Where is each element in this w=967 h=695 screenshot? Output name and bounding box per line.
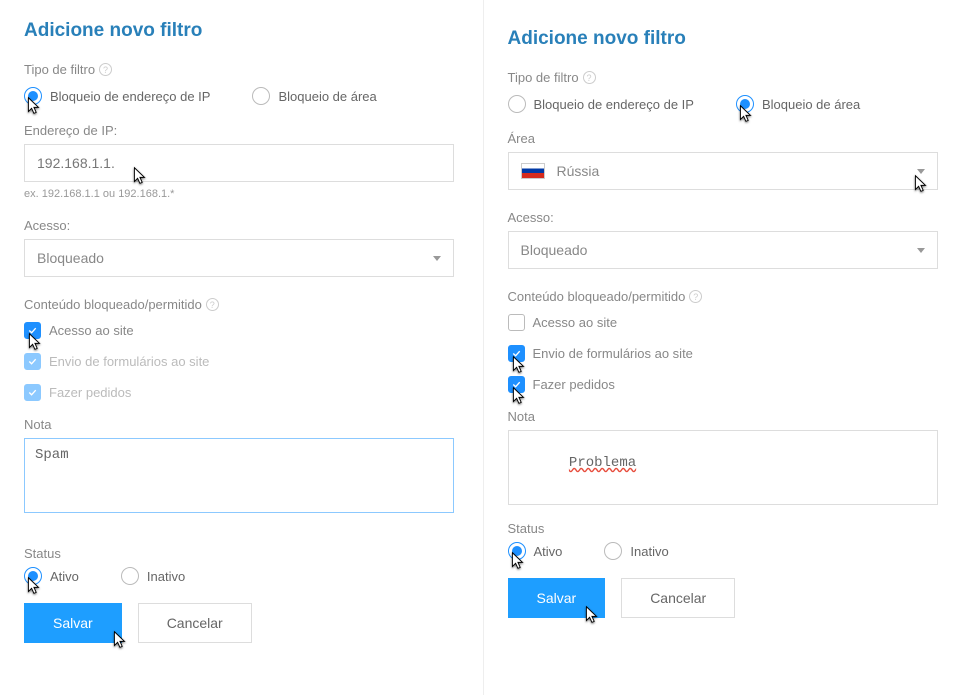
- save-button[interactable]: Salvar: [508, 578, 606, 618]
- chevron-down-icon: [433, 256, 441, 261]
- panel-title: Adicione novo filtro: [24, 20, 459, 42]
- cancel-button[interactable]: Cancelar: [138, 603, 252, 643]
- radio-icon: [736, 95, 754, 113]
- radio-icon: [508, 95, 526, 113]
- help-icon[interactable]: ?: [583, 71, 596, 84]
- radio-icon: [121, 567, 139, 585]
- status-label: Status: [24, 546, 459, 561]
- radio-status-inactive[interactable]: Inativo: [121, 567, 185, 585]
- cancel-button[interactable]: Cancelar: [621, 578, 735, 618]
- save-button[interactable]: Salvar: [24, 603, 122, 643]
- checkbox-forms[interactable]: [508, 345, 525, 362]
- access-label: Acesso:: [24, 218, 459, 233]
- checkbox-forms[interactable]: [24, 353, 41, 370]
- checkbox-site[interactable]: [24, 322, 41, 339]
- panel-title: Adicione novo filtro: [508, 28, 944, 50]
- status-label: Status: [508, 521, 944, 536]
- note-label: Nota: [508, 409, 944, 424]
- panel-ip-filter: Adicione novo filtro Tipo de filtro ? Bl…: [0, 0, 484, 695]
- area-value: Rússia: [557, 163, 600, 179]
- cursor-icon: [909, 173, 931, 195]
- access-value: Bloqueado: [521, 242, 588, 258]
- radio-icon: [24, 567, 42, 585]
- checkbox-orders[interactable]: [508, 376, 525, 393]
- checkbox-site[interactable]: [508, 314, 525, 331]
- access-value: Bloqueado: [37, 250, 104, 266]
- chevron-down-icon: [917, 248, 925, 253]
- flag-russia-icon: [521, 163, 545, 179]
- radio-ip-block[interactable]: Bloqueio de endereço de IP: [24, 87, 210, 105]
- note-label: Nota: [24, 417, 459, 432]
- access-select[interactable]: Bloqueado: [24, 239, 454, 277]
- radio-ip-block[interactable]: Bloqueio de endereço de IP: [508, 95, 694, 113]
- radio-area-block[interactable]: Bloqueio de área: [736, 95, 860, 113]
- panel-area-filter: Adicione novo filtro Tipo de filtro ? Bl…: [484, 0, 967, 695]
- radio-icon: [604, 542, 622, 560]
- filter-type-label: Tipo de filtro ?: [508, 70, 944, 85]
- radio-area-block[interactable]: Bloqueio de área: [252, 87, 376, 105]
- access-select[interactable]: Bloqueado: [508, 231, 938, 269]
- filter-type-label: Tipo de filtro ?: [24, 62, 459, 77]
- checkbox-orders[interactable]: [24, 384, 41, 401]
- content-label: Conteúdo bloqueado/permitido ?: [24, 297, 459, 312]
- radio-status-active[interactable]: Ativo: [508, 542, 563, 560]
- note-textarea[interactable]: Spam: [24, 438, 454, 513]
- radio-icon: [508, 542, 526, 560]
- ip-label: Endereço de IP:: [24, 123, 459, 138]
- ip-input[interactable]: [24, 144, 454, 182]
- help-icon[interactable]: ?: [99, 63, 112, 76]
- help-icon[interactable]: ?: [689, 290, 702, 303]
- radio-icon: [252, 87, 270, 105]
- radio-status-inactive[interactable]: Inativo: [604, 542, 668, 560]
- access-label: Acesso:: [508, 210, 944, 225]
- radio-icon: [24, 87, 42, 105]
- chevron-down-icon: [917, 169, 925, 174]
- ip-hint: ex. 192.168.1.1 ou 192.168.1.*: [24, 188, 459, 200]
- radio-status-active[interactable]: Ativo: [24, 567, 79, 585]
- area-label: Área: [508, 131, 944, 146]
- content-label: Conteúdo bloqueado/permitido ?: [508, 289, 944, 304]
- area-select[interactable]: Rússia: [508, 152, 938, 190]
- help-icon[interactable]: ?: [206, 298, 219, 311]
- note-textarea[interactable]: Problema: [508, 430, 938, 505]
